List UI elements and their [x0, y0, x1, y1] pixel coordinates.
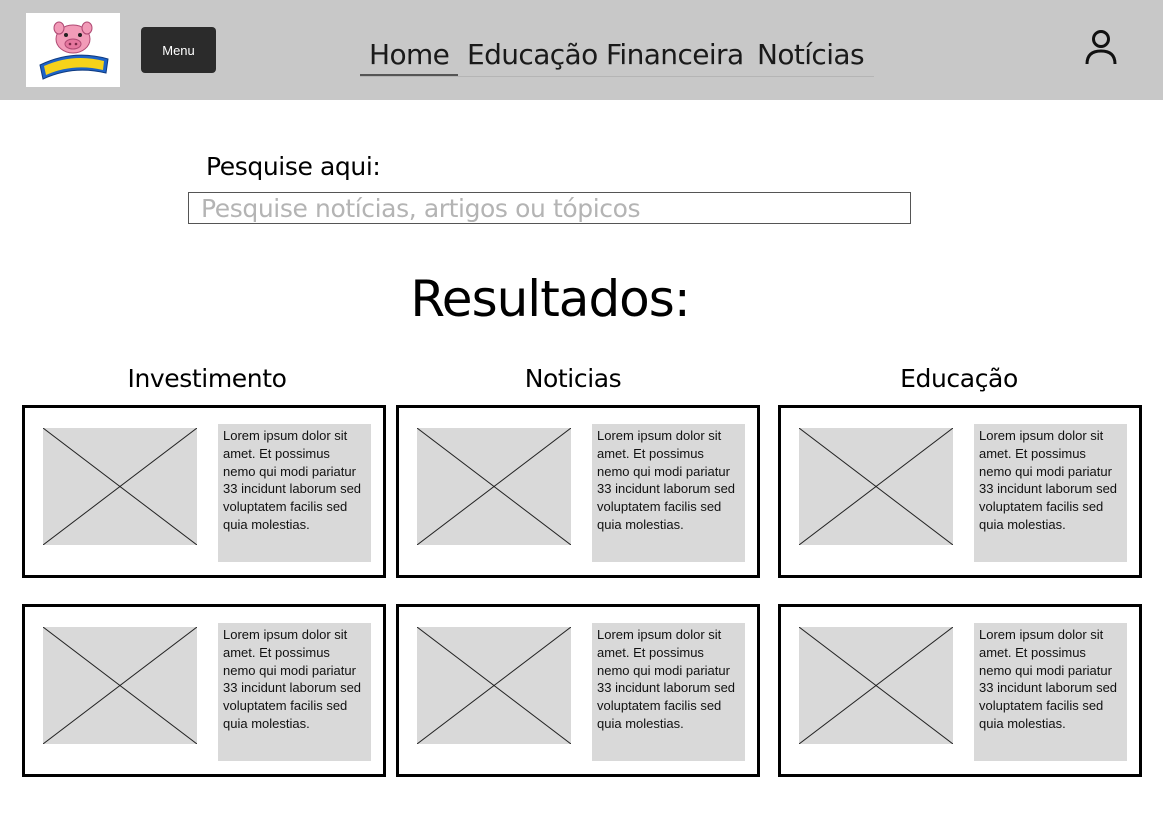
card-text: Lorem ipsum dolor sit amet. Et possimus … — [974, 623, 1127, 761]
category-title-noticias: Noticias — [524, 364, 622, 393]
image-placeholder-icon — [417, 428, 571, 545]
user-icon[interactable] — [1084, 28, 1118, 66]
image-placeholder-icon — [417, 627, 571, 744]
result-card[interactable]: Lorem ipsum dolor sit amet. Et possimus … — [778, 405, 1142, 578]
card-text: Lorem ipsum dolor sit amet. Et possimus … — [592, 424, 745, 562]
header: Menu Home Educação Financeira Notícias — [0, 0, 1163, 100]
nav-item-home[interactable]: Home — [369, 38, 450, 71]
category-title-investimento: Investimento — [127, 364, 287, 393]
search-label: Pesquise aqui: — [206, 152, 381, 181]
card-text: Lorem ipsum dolor sit amet. Et possimus … — [218, 424, 371, 562]
results-title: Resultados: — [410, 270, 690, 328]
result-card[interactable]: Lorem ipsum dolor sit amet. Et possimus … — [396, 604, 760, 777]
menu-button[interactable]: Menu — [141, 27, 216, 73]
category-title-educacao: Educação — [900, 364, 1018, 393]
result-card[interactable]: Lorem ipsum dolor sit amet. Et possimus … — [778, 604, 1142, 777]
logo[interactable] — [26, 13, 120, 87]
search-input[interactable] — [188, 192, 911, 224]
card-text: Lorem ipsum dolor sit amet. Et possimus … — [592, 623, 745, 761]
card-text: Lorem ipsum dolor sit amet. Et possimus … — [974, 424, 1127, 562]
card-text: Lorem ipsum dolor sit amet. Et possimus … — [218, 623, 371, 761]
image-placeholder-icon — [43, 428, 197, 545]
result-card[interactable]: Lorem ipsum dolor sit amet. Et possimus … — [396, 405, 760, 578]
result-card[interactable]: Lorem ipsum dolor sit amet. Et possimus … — [22, 604, 386, 777]
nav-item-educacao-financeira[interactable]: Educação Financeira — [467, 38, 744, 71]
image-placeholder-icon — [799, 627, 953, 744]
nav-item-noticias[interactable]: Notícias — [757, 38, 865, 71]
pig-logo-icon — [39, 21, 109, 80]
result-card[interactable]: Lorem ipsum dolor sit amet. Et possimus … — [22, 405, 386, 578]
main-nav: Home Educação Financeira Notícias — [360, 30, 874, 77]
image-placeholder-icon — [43, 627, 197, 744]
image-placeholder-icon — [799, 428, 953, 545]
nav-active-indicator — [360, 74, 458, 76]
